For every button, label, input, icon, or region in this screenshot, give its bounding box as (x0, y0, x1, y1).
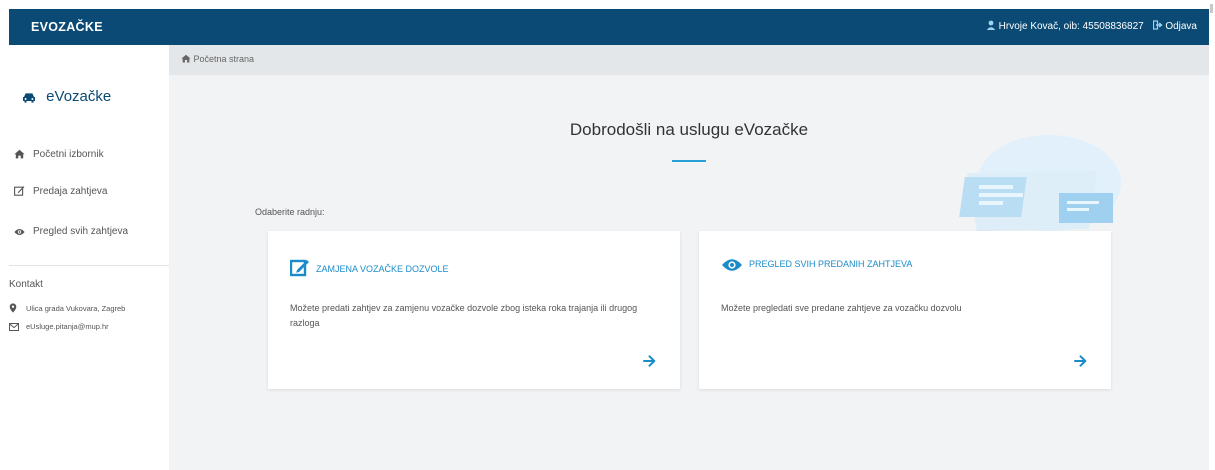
contact-address-text: Ulica grada Vukovara, Zagreb (26, 304, 126, 313)
arrow-right-icon[interactable] (1074, 354, 1087, 372)
envelope-icon (9, 323, 19, 333)
card-title-label: PREGLED SVIH PREDANIH ZAHTJEVA (749, 259, 913, 269)
card-title[interactable]: ZAMJENA VOZAČKE DOZVOLE (289, 258, 449, 279)
edit-icon (289, 258, 310, 279)
illustration-image (959, 135, 1121, 231)
sidebar-item-submit-request[interactable]: Predaja zahtjeva (13, 185, 108, 199)
sidebar-item-all-requests[interactable]: Pregled svih zahtjeva (13, 226, 128, 239)
car-icon (22, 88, 46, 105)
card-title-label: ZAMJENA VOZAČKE DOZVOLE (316, 264, 449, 274)
contact-title: Kontakt (9, 279, 43, 290)
contact-email[interactable]: eUsluge.pitanja@mup.hr (9, 322, 109, 333)
card-title[interactable]: PREGLED SVIH PREDANIH ZAHTJEVA (721, 258, 912, 274)
user-box: Hrvoje Kovač, oib: 45508836827 Odjava (986, 9, 1197, 45)
choose-action-label: Odaberite radnju: (255, 207, 325, 217)
card-description: Možete pregledati sve predane zahtjeve z… (721, 303, 962, 313)
breadcrumb-home[interactable]: Početna strana (181, 54, 254, 64)
card-license-replacement[interactable]: ZAMJENA VOZAČKE DOZVOLE Možete predati z… (268, 231, 680, 389)
logout-icon[interactable] (1152, 20, 1166, 32)
user-info[interactable]: Hrvoje Kovač, oib: 45508836827 (999, 21, 1144, 32)
sidebar-item-label: Početni izbornik (33, 149, 104, 160)
scrollbar-thumb[interactable] (1210, 4, 1213, 13)
sidebar-divider (9, 265, 169, 266)
breadcrumb-label[interactable]: Početna strana (194, 54, 255, 64)
sidebar: eVozačke Početni izbornik Predaja zahtje… (9, 45, 169, 470)
sidebar-item-label: Pregled svih zahtjeva (33, 226, 129, 237)
arrow-right-icon[interactable] (643, 354, 656, 372)
logout-link[interactable]: Odjava (1165, 21, 1197, 32)
sidebar-item-home[interactable]: Početni izbornik (13, 149, 104, 162)
breadcrumb: Početna strana (169, 45, 1209, 75)
title-underline (672, 160, 706, 162)
app-brand[interactable]: EVOZAČKE (31, 9, 103, 45)
home-icon (181, 54, 194, 64)
card-description: Možete predati zahtjev za zamjenu vozačk… (290, 303, 638, 328)
sidebar-item-label: Predaja zahtjeva (33, 186, 108, 197)
contact-email-text[interactable]: eUsluge.pitanja@mup.hr (26, 322, 109, 331)
sidebar-brand-label: eVozačke (46, 88, 112, 105)
top-bar: EVOZAČKE Hrvoje Kovač, oib: 45508836827 … (9, 9, 1209, 45)
map-marker-icon (9, 303, 19, 315)
user-icon (986, 20, 999, 32)
card-all-requests[interactable]: PREGLED SVIH PREDANIH ZAHTJEVA Možete pr… (699, 231, 1111, 389)
edit-icon (13, 185, 25, 199)
eye-icon (721, 258, 743, 274)
eye-icon (13, 228, 25, 239)
main-content: Početna strana Dobrodošli na uslugu eVoz… (169, 45, 1209, 470)
home-icon (13, 149, 25, 162)
sidebar-brand[interactable]: eVozačke (22, 88, 111, 105)
contact-address: Ulica grada Vukovara, Zagreb (9, 303, 125, 315)
